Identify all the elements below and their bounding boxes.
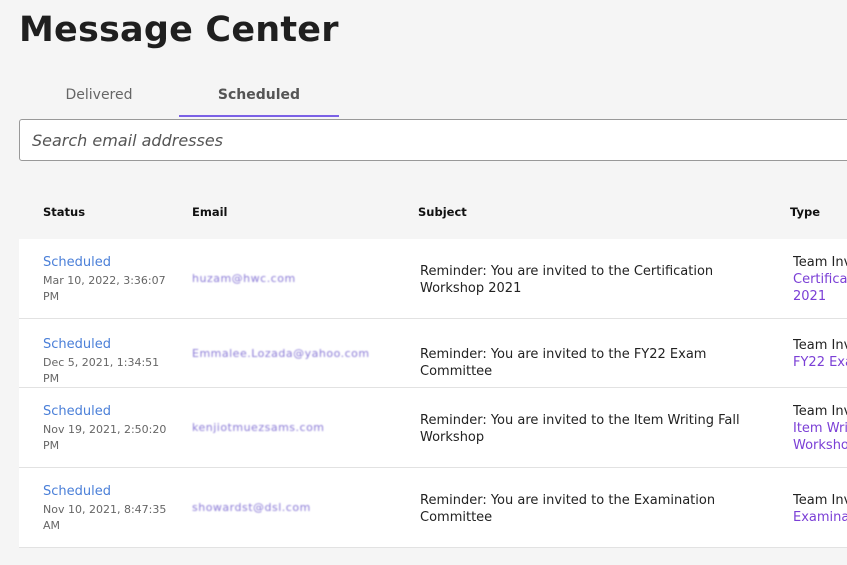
type-cell: Team Inv FY22 Exa <box>793 337 847 371</box>
type-cell: Team Inv Examinat <box>793 492 847 526</box>
type-link[interactable]: Item Writ Worksho <box>793 420 847 454</box>
status-link[interactable]: Scheduled <box>43 254 173 271</box>
table-row[interactable]: Scheduled Mar 10, 2022, 3:36:07 PM hu­za… <box>19 239 847 319</box>
email-address: showardst@dsl.com <box>192 501 311 514</box>
scheduled-date: Nov 19, 2021, 2:50:20 PM <box>43 423 167 452</box>
page-title: Message Center <box>19 10 339 50</box>
email-address: kenjiotmuezsams.com <box>192 421 325 434</box>
table-header: Status Email Subject Type <box>19 182 847 239</box>
email-address: hu­zam@hwc.com <box>192 272 296 285</box>
status-cell: Scheduled Nov 10, 2021, 8:47:35 AM <box>43 483 173 534</box>
search-field <box>19 119 847 161</box>
type-label: Team Inv <box>793 338 847 353</box>
scheduled-date: Mar 10, 2022, 3:36:07 PM <box>43 274 166 303</box>
type-link[interactable]: FY22 Exa <box>793 354 847 371</box>
type-link[interactable]: Certificat 2021 <box>793 271 847 305</box>
subject-text: Reminder: You are invited to the FY22 Ex… <box>420 347 707 379</box>
status-link[interactable]: Scheduled <box>43 403 173 420</box>
status-cell: Scheduled Mar 10, 2022, 3:36:07 PM <box>43 254 173 305</box>
type-cell: Team Inv Item Writ Worksho <box>793 403 847 454</box>
status-link[interactable]: Scheduled <box>43 483 173 500</box>
type-cell: Team Inv Certificat 2021 <box>793 254 847 305</box>
email-address: Emmalee.Lozada@yahoo.com <box>192 347 370 360</box>
scheduled-date: Nov 10, 2021, 8:47:35 AM <box>43 503 167 532</box>
column-header-type[interactable]: Type <box>790 205 820 219</box>
column-header-status[interactable]: Status <box>43 205 85 219</box>
tab-delivered[interactable]: Delivered <box>19 80 179 116</box>
type-label: Team Inv <box>793 404 847 419</box>
table-row[interactable]: Scheduled Nov 19, 2021, 2:50:20 PM kenji… <box>19 388 847 468</box>
type-link[interactable]: Examinat <box>793 509 847 526</box>
table-row[interactable]: Scheduled Nov 10, 2021, 8:47:35 AM showa… <box>19 468 847 548</box>
column-header-subject[interactable]: Subject <box>418 205 467 219</box>
subject-text: Reminder: You are invited to the Certifi… <box>420 264 714 296</box>
status-cell: Scheduled Dec 5, 2021, 1:34:51 PM <box>43 336 173 387</box>
active-tab-indicator <box>179 115 339 117</box>
tab-scheduled[interactable]: Scheduled <box>179 80 339 116</box>
message-center-page: Message Center Delivered Scheduled Statu… <box>0 0 847 565</box>
table-row[interactable]: Scheduled Dec 5, 2021, 1:34:51 PM Emmale… <box>19 319 847 388</box>
subject-text: Reminder: You are invited to the Item Wr… <box>420 413 740 445</box>
column-header-email[interactable]: Email <box>192 205 227 219</box>
scheduled-date: Dec 5, 2021, 1:34:51 PM <box>43 356 160 385</box>
tab-bar: Delivered Scheduled <box>19 80 847 118</box>
type-label: Team Inv <box>793 493 847 508</box>
messages-table: Status Email Subject Type Scheduled Mar … <box>19 182 847 548</box>
search-input[interactable] <box>20 120 847 160</box>
status-link[interactable]: Scheduled <box>43 336 173 353</box>
subject-text: Reminder: You are invited to the Examina… <box>420 493 716 525</box>
status-cell: Scheduled Nov 19, 2021, 2:50:20 PM <box>43 403 173 454</box>
type-label: Team Inv <box>793 255 847 270</box>
